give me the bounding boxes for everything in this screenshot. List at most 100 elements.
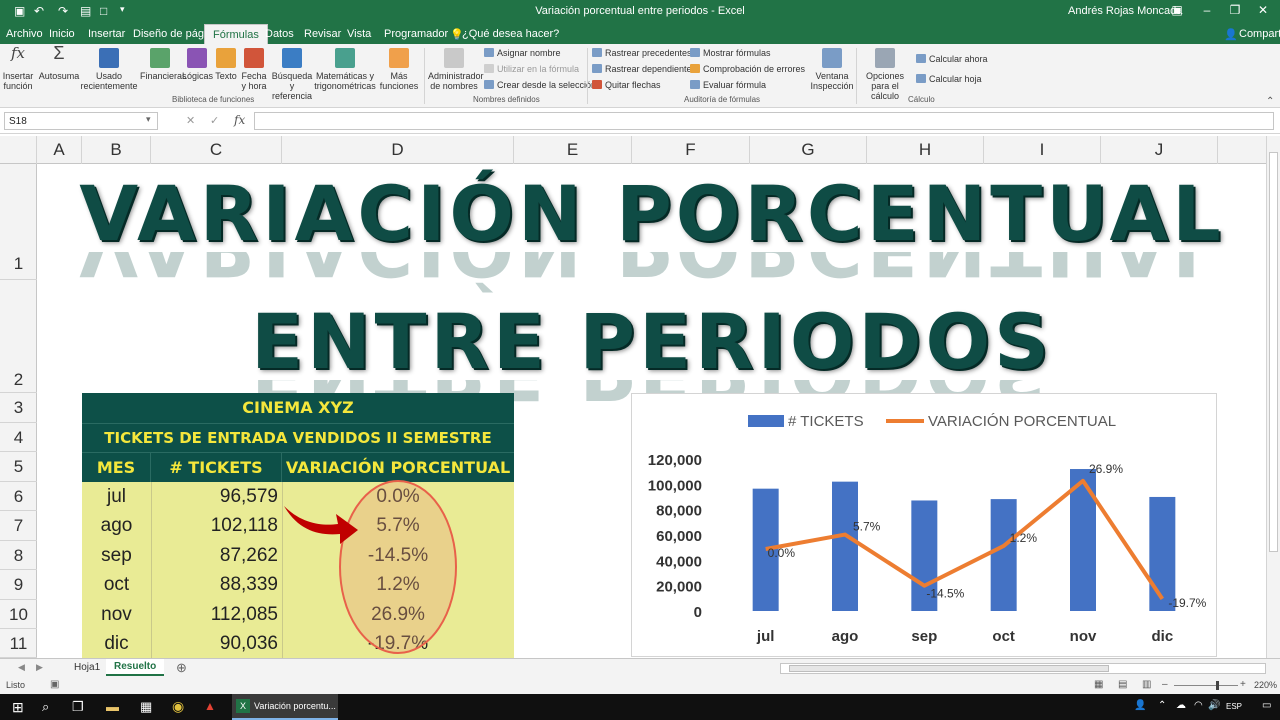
row-header-3[interactable]: 3 bbox=[0, 393, 37, 423]
column-header-g[interactable]: G bbox=[750, 136, 867, 164]
row-header-9[interactable]: 9 bbox=[0, 570, 37, 600]
calc-now-button[interactable]: Calcular ahora bbox=[916, 54, 988, 64]
cell-tickets[interactable]: 96,579 bbox=[151, 482, 278, 511]
row-header-6[interactable]: 6 bbox=[0, 482, 37, 511]
tab-archivo[interactable]: Archivo bbox=[6, 28, 43, 40]
cloud-icon[interactable]: ☁ bbox=[1176, 700, 1186, 711]
cell-tickets[interactable]: 88,339 bbox=[151, 570, 278, 599]
formula-input[interactable] bbox=[254, 112, 1274, 130]
date-time-button[interactable]: Fecha y hora bbox=[240, 48, 268, 91]
row-header-2[interactable]: 2 bbox=[0, 280, 37, 393]
cell-mes[interactable]: dic bbox=[82, 629, 151, 658]
name-box-dropdown-icon[interactable]: ▾ bbox=[146, 114, 151, 125]
row-header-11[interactable]: 11 bbox=[0, 629, 37, 658]
enter-check-icon[interactable]: ✓ bbox=[210, 114, 219, 127]
close-icon[interactable]: ✕ bbox=[1252, 3, 1274, 19]
financial-button[interactable]: Financieras bbox=[140, 48, 187, 81]
name-box[interactable]: S18 bbox=[4, 112, 158, 130]
page-break-icon[interactable]: ▥ bbox=[1142, 679, 1151, 690]
column-header-b[interactable]: B bbox=[82, 136, 151, 164]
column-header-h[interactable]: H bbox=[867, 136, 984, 164]
trace-dependents-button[interactable]: Rastrear dependientes bbox=[592, 64, 696, 74]
use-in-formula-button[interactable]: Utilizar en la fórmula bbox=[484, 64, 579, 74]
cancel-icon[interactable]: ✕ bbox=[186, 114, 195, 127]
chrome-icon[interactable]: ◉ bbox=[172, 698, 184, 715]
zoom-in-icon[interactable]: + bbox=[1240, 679, 1246, 690]
tab-insertar[interactable]: Insertar bbox=[88, 28, 125, 40]
define-name-button[interactable]: Asignar nombre bbox=[484, 48, 561, 58]
column-header-d[interactable]: D bbox=[282, 136, 514, 164]
search-icon[interactable]: ⌕ bbox=[42, 699, 49, 715]
column-header-c[interactable]: C bbox=[151, 136, 282, 164]
wifi-icon[interactable]: ◠ bbox=[1194, 700, 1203, 711]
minimize-icon[interactable]: – bbox=[1196, 3, 1218, 19]
file-explorer-icon[interactable]: ▬ bbox=[106, 699, 119, 714]
logical-button[interactable]: Lógicas bbox=[182, 48, 213, 81]
ribbon-options-icon[interactable]: ▣ bbox=[1166, 3, 1188, 19]
remove-arrows-button[interactable]: Quitar flechas bbox=[592, 80, 661, 90]
watch-window-button[interactable]: Ventana Inspección bbox=[808, 48, 856, 91]
column-header-a[interactable]: A bbox=[37, 136, 82, 164]
task-view-icon[interactable]: ❐ bbox=[72, 699, 84, 715]
lookup-button[interactable]: Búsqueda y referencia bbox=[270, 48, 314, 101]
notifications-icon[interactable]: ▭ bbox=[1262, 700, 1271, 711]
cell-mes[interactable]: ago bbox=[82, 511, 151, 540]
trace-precedents-button[interactable]: Rastrear precedentes bbox=[592, 48, 692, 58]
text-button[interactable]: Texto bbox=[214, 48, 238, 81]
row-header-1[interactable]: 1 bbox=[0, 164, 37, 280]
tab-vista[interactable]: Vista bbox=[347, 28, 371, 40]
volume-icon[interactable]: 🔊 bbox=[1208, 700, 1220, 711]
cell-tickets[interactable]: 90,036 bbox=[151, 629, 278, 658]
column-header-j[interactable]: J bbox=[1101, 136, 1218, 164]
select-all-corner[interactable] bbox=[0, 136, 37, 164]
cell-tickets[interactable]: 87,262 bbox=[151, 541, 278, 570]
horizontal-scroll-thumb[interactable] bbox=[789, 665, 1109, 672]
chart[interactable]: # TICKETS VARIACIÓN PORCENTUAL 120,000 100,… bbox=[631, 393, 1217, 657]
error-checking-button[interactable]: Comprobación de errores bbox=[690, 64, 805, 74]
column-header-f[interactable]: F bbox=[632, 136, 750, 164]
page-layout-icon[interactable]: ▤ bbox=[1118, 679, 1127, 690]
more-functions-button[interactable]: Más funciones bbox=[378, 48, 420, 91]
insert-function-button[interactable]: fx Insertar función bbox=[2, 46, 34, 92]
cell-mes[interactable]: jul bbox=[82, 482, 151, 511]
zoom-out-icon[interactable]: – bbox=[1162, 679, 1168, 690]
calc-sheet-button[interactable]: Calcular hoja bbox=[916, 74, 982, 84]
cell-mes[interactable]: sep bbox=[82, 541, 151, 570]
create-from-selection-button[interactable]: Crear desde la selección bbox=[484, 80, 596, 90]
tab-revisar[interactable]: Revisar bbox=[304, 28, 341, 40]
column-header-i[interactable]: I bbox=[984, 136, 1101, 164]
cell-tickets[interactable]: 102,118 bbox=[151, 511, 278, 540]
zoom-slider[interactable] bbox=[1174, 685, 1238, 686]
row-header-5[interactable]: 5 bbox=[0, 452, 37, 482]
row-header-8[interactable]: 8 bbox=[0, 541, 37, 570]
macro-record-icon[interactable]: ▣ bbox=[50, 679, 59, 690]
user-tray-icon[interactable]: 👤 bbox=[1134, 700, 1146, 711]
tab-programador[interactable]: Programador bbox=[384, 28, 448, 40]
zoom-level[interactable]: 220% bbox=[1254, 680, 1277, 690]
taskbar-excel-window[interactable]: X Variación porcentu... bbox=[232, 694, 338, 720]
maximize-icon[interactable]: ❐ bbox=[1224, 3, 1246, 19]
name-manager-button[interactable]: Administrador de nombres bbox=[428, 48, 484, 91]
language-indicator[interactable]: ESP bbox=[1226, 702, 1242, 711]
calculator-app-icon[interactable]: ▦ bbox=[140, 699, 152, 715]
tray-arrow-icon[interactable]: ⌃ bbox=[1158, 700, 1166, 711]
calc-options-button[interactable]: Opciones para el cálculo bbox=[858, 48, 912, 101]
evaluate-formula-button[interactable]: Evaluar fórmula bbox=[690, 80, 766, 90]
autosum-button[interactable]: Σ Autosuma bbox=[38, 44, 80, 81]
vertical-scrollbar[interactable] bbox=[1266, 136, 1280, 658]
share-button[interactable]: Compartir bbox=[1239, 28, 1280, 40]
app-icon[interactable]: ▲ bbox=[204, 699, 216, 713]
fx-button-icon[interactable]: fx bbox=[234, 113, 245, 127]
sheet-tab-resuelto[interactable]: Resuelto bbox=[106, 659, 165, 676]
normal-view-icon[interactable]: ▦ bbox=[1094, 679, 1103, 690]
tab-formulas[interactable]: Fórmulas bbox=[204, 24, 268, 44]
collapse-ribbon-icon[interactable]: ⌃ bbox=[1266, 96, 1274, 107]
show-formulas-button[interactable]: Mostrar fórmulas bbox=[690, 48, 771, 58]
scroll-left-icon[interactable]: ◀ bbox=[18, 662, 25, 673]
tell-me-input[interactable]: ¿Qué desea hacer? bbox=[462, 28, 559, 40]
row-header-7[interactable]: 7 bbox=[0, 511, 37, 541]
column-header-e[interactable]: E bbox=[514, 136, 632, 164]
scroll-right-icon[interactable]: ▶ bbox=[36, 662, 43, 673]
cell-mes[interactable]: nov bbox=[82, 600, 151, 629]
tab-inicio[interactable]: Inicio bbox=[49, 28, 75, 40]
